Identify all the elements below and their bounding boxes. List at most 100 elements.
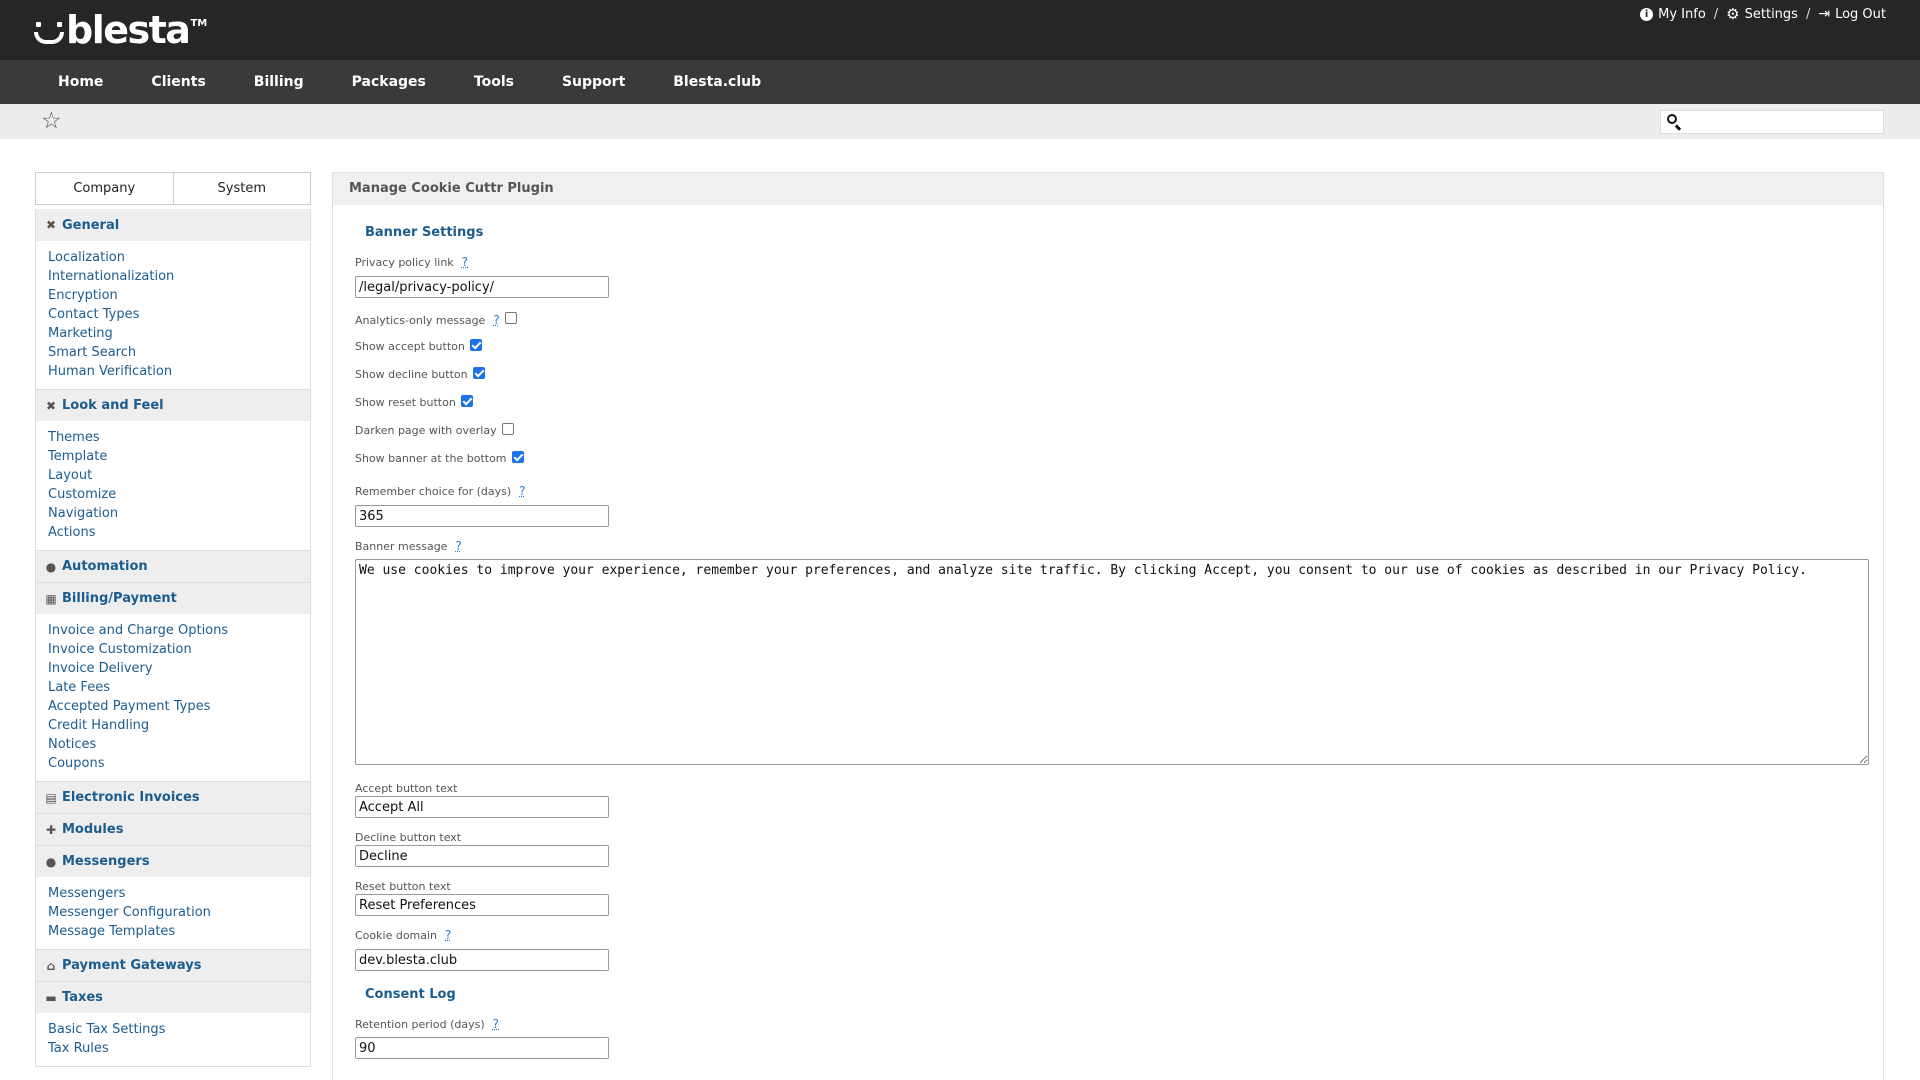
nav-tools[interactable]: Tools — [450, 60, 538, 104]
my-info-link[interactable]: i My Info — [1640, 7, 1706, 22]
calculator-icon: ▦ — [45, 591, 57, 606]
sidebar-item-actions[interactable]: Actions — [48, 523, 310, 542]
sidebar-item-invoice-charge-options[interactable]: Invoice and Charge Options — [48, 621, 310, 640]
sidebar-item-invoice-delivery[interactable]: Invoice Delivery — [48, 659, 310, 678]
remember-choice-label: Remember choice for (days) — [355, 484, 512, 498]
section-title: Automation — [62, 559, 148, 574]
section-items: Themes Template Layout Customize Navigat… — [36, 421, 310, 550]
analytics-only-checkbox[interactable] — [504, 312, 517, 324]
chat-icon: ● — [45, 854, 57, 869]
sidebar-item-customize[interactable]: Customize — [48, 485, 310, 504]
section-items: Messengers Messenger Configuration Messa… — [36, 877, 310, 949]
sidebar-item-messenger-configuration[interactable]: Messenger Configuration — [48, 903, 310, 922]
section-title: Electronic Invoices — [62, 790, 200, 805]
nav-blesta-club[interactable]: Blesta.club — [649, 60, 785, 104]
decline-text-input[interactable] — [355, 845, 609, 867]
sidebar-item-credit-handling[interactable]: Credit Handling — [48, 716, 310, 735]
clock-icon: ● — [45, 559, 57, 574]
sidebar-item-basic-tax-settings[interactable]: Basic Tax Settings — [48, 1020, 310, 1039]
help-tooltip[interactable]: ? — [445, 928, 451, 942]
settings-sidebar: Company System ✖ General Localization In… — [35, 172, 311, 1067]
sidebar-item-layout[interactable]: Layout — [48, 466, 310, 485]
sidebar-item-encryption[interactable]: Encryption — [48, 286, 310, 305]
logo-text: blesta — [66, 8, 191, 52]
sidebar-section-modules[interactable]: ✚ Modules — [36, 813, 310, 845]
reset-text-label-row: Reset button text — [355, 880, 451, 893]
info-icon: i — [1640, 8, 1654, 21]
section-title: Payment Gateways — [62, 958, 202, 973]
section-title: Look and Feel — [62, 398, 164, 413]
darken-overlay-checkbox[interactable] — [501, 422, 514, 435]
show-decline-checkbox[interactable] — [472, 366, 485, 379]
sidebar-item-late-fees[interactable]: Late Fees — [48, 678, 310, 697]
show-accept-checkbox[interactable] — [469, 338, 482, 351]
show-decline-label: Show decline button — [355, 368, 468, 381]
sidebar-item-message-templates[interactable]: Message Templates — [48, 922, 310, 941]
sidebar-item-coupons[interactable]: Coupons — [48, 754, 310, 773]
tab-system[interactable]: System — [173, 172, 311, 205]
sidebar-item-marketing[interactable]: Marketing — [48, 324, 310, 343]
sidebar-item-contact-types[interactable]: Contact Types — [48, 305, 310, 324]
sidebar-item-localization[interactable]: Localization — [48, 248, 310, 267]
sidebar-section-electronic-invoices[interactable]: ▤ Electronic Invoices — [36, 781, 310, 813]
sidebar-section-billing-payment[interactable]: ▦ Billing/Payment — [36, 582, 310, 614]
sidebar-item-notices[interactable]: Notices — [48, 735, 310, 754]
help-tooltip[interactable]: ? — [493, 313, 499, 327]
account-links: i My Info / ⚙ Settings / ⇥ Log Out — [1640, 7, 1886, 22]
retention-label: Retention period (days) — [355, 1017, 485, 1031]
log-out-link[interactable]: ⇥ Log Out — [1818, 7, 1886, 22]
section-items: Basic Tax Settings Tax Rules — [36, 1013, 310, 1066]
help-tooltip[interactable]: ? — [455, 539, 461, 553]
logout-icon: ⇥ — [1818, 6, 1831, 22]
nav-clients[interactable]: Clients — [127, 60, 229, 104]
sidebar-item-messengers[interactable]: Messengers — [48, 884, 310, 903]
sidebar-item-human-verification[interactable]: Human Verification — [48, 362, 310, 381]
retention-input[interactable] — [355, 1037, 609, 1059]
help-tooltip[interactable]: ? — [519, 484, 525, 498]
sidebar-section-messengers[interactable]: ● Messengers — [36, 845, 310, 877]
sidebar-item-themes[interactable]: Themes — [48, 428, 310, 447]
help-tooltip[interactable]: ? — [462, 255, 468, 269]
sidebar-item-invoice-customization[interactable]: Invoice Customization — [48, 640, 310, 659]
darken-overlay-label: Darken page with overlay — [355, 424, 497, 437]
top-header: blesta TM i My Info / ⚙ Settings / ⇥ Log… — [0, 0, 1920, 60]
sidebar-item-accepted-payment-types[interactable]: Accepted Payment Types — [48, 697, 310, 716]
plugin-settings-panel: Manage Cookie Cuttr Plugin Banner Settin… — [332, 172, 1884, 1080]
tab-company[interactable]: Company — [35, 172, 174, 205]
nav-home[interactable]: Home — [34, 60, 127, 104]
search-icon — [1667, 114, 1682, 131]
cookie-domain-input[interactable] — [355, 949, 609, 971]
sidebar-section-general[interactable]: ✖ General — [36, 209, 310, 241]
banner-bottom-row: Show banner at the bottom — [355, 450, 524, 465]
settings-link[interactable]: ⚙ Settings — [1726, 7, 1798, 23]
privacy-link-input[interactable] — [355, 276, 609, 298]
banner-bottom-checkbox[interactable] — [511, 450, 524, 463]
sidebar-section-automation[interactable]: ● Automation — [36, 550, 310, 582]
remember-choice-input[interactable] — [355, 505, 609, 527]
accept-text-input[interactable] — [355, 796, 609, 818]
sidebar-item-internationalization[interactable]: Internationalization — [48, 267, 310, 286]
nav-packages[interactable]: Packages — [328, 60, 450, 104]
sidebar-section-taxes[interactable]: ▬ Taxes — [36, 981, 310, 1013]
nav-support[interactable]: Support — [538, 60, 649, 104]
reset-text-input[interactable] — [355, 894, 609, 916]
sidebar-item-smart-search[interactable]: Smart Search — [48, 343, 310, 362]
darken-overlay-row: Darken page with overlay — [355, 422, 514, 437]
sidebar-item-template[interactable]: Template — [48, 447, 310, 466]
nav-billing[interactable]: Billing — [230, 60, 328, 104]
banner-message-textarea[interactable]: We use cookies to improve your experienc… — [355, 559, 1869, 765]
sidebar-item-navigation[interactable]: Navigation — [48, 504, 310, 523]
star-icon[interactable]: ☆ — [41, 110, 62, 133]
show-accept-row: Show accept button — [355, 338, 482, 353]
remember-choice-label-row: Remember choice for (days) ? — [355, 484, 526, 498]
file-icon: ▤ — [45, 790, 57, 805]
sidebar-section-look-and-feel[interactable]: ✖ Look and Feel — [36, 389, 310, 421]
accept-text-label: Accept button text — [355, 782, 458, 795]
search-box[interactable] — [1660, 110, 1884, 134]
sidebar-section-payment-gateways[interactable]: ⌂ Payment Gateways — [36, 949, 310, 981]
help-tooltip[interactable]: ? — [493, 1017, 499, 1031]
search-input[interactable] — [1683, 113, 1879, 131]
sidebar-item-tax-rules[interactable]: Tax Rules — [48, 1039, 310, 1058]
blesta-logo[interactable]: blesta TM — [34, 10, 207, 50]
show-reset-checkbox[interactable] — [460, 394, 473, 407]
